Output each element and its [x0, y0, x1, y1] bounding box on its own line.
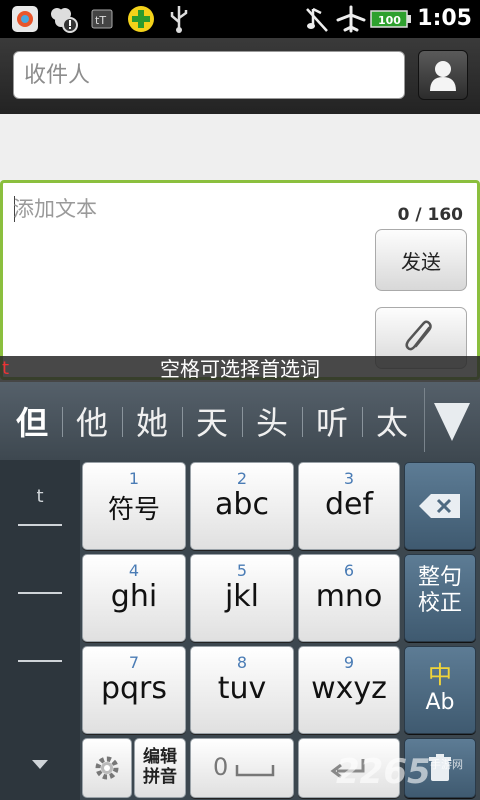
message-list-area [0, 114, 480, 180]
recipient-bar [0, 38, 480, 114]
pinyin-option[interactable] [10, 596, 70, 662]
key-number: 2 [236, 469, 248, 488]
candidate-word[interactable]: 听 [302, 391, 362, 451]
key-label: tuv [217, 671, 267, 706]
key-6[interactable]: 6 mno [298, 554, 400, 642]
key-number: 8 [236, 653, 248, 672]
ime-keyboard: t 1 符号 2 abc 3 def 4 ghi 5 jkl 6 mno 整句 [0, 460, 480, 800]
candidate-word[interactable]: 她 [122, 391, 182, 451]
candidate-word[interactable]: 太 [362, 391, 422, 451]
sentence-correct-key[interactable]: 整句 校正 [404, 554, 476, 642]
key-5[interactable]: 5 jkl [190, 554, 294, 642]
key-9[interactable]: 9 wxyz [298, 646, 400, 734]
key-number: 7 [128, 653, 140, 672]
key-number: 1 [128, 469, 140, 488]
gear-icon [95, 756, 119, 780]
expand-candidates-button[interactable] [424, 388, 478, 452]
pinyin-option[interactable] [10, 528, 70, 594]
sentence-correct-label-1: 整句 [417, 565, 462, 590]
person-icon [430, 61, 456, 91]
candidate-word[interactable]: 天 [182, 391, 242, 451]
pinyin-option[interactable]: t [10, 460, 70, 526]
airplane-icon [336, 4, 366, 34]
compose-placeholder: 添加文本 [13, 197, 97, 221]
sentence-correct-label-2: 校正 [417, 591, 462, 616]
mute-icon [302, 4, 332, 34]
recipient-input[interactable] [14, 52, 404, 98]
key-number: 3 [343, 469, 355, 488]
status-bar: tT 100 1:05 [0, 0, 480, 38]
tt-icon: tT [88, 4, 118, 34]
space-key[interactable]: 0 [190, 738, 294, 798]
clover-alert-icon [48, 4, 78, 34]
send-button[interactable]: 发送 [375, 229, 467, 291]
contact-picker-button[interactable] [418, 50, 468, 100]
triangle-down-icon [433, 403, 470, 441]
key-number: 5 [236, 561, 248, 580]
paperclip-icon [405, 320, 432, 351]
battery-level: 100 [378, 14, 401, 27]
space-zero-label: 0 [213, 753, 229, 781]
char-counter: 0 / 160 [397, 205, 463, 225]
key-label: def [324, 487, 374, 522]
backspace-key[interactable] [404, 462, 476, 550]
language-en-label: Ab [425, 690, 455, 715]
key-label: jkl [224, 579, 260, 614]
ime-typed-text: t [2, 358, 10, 379]
key-1[interactable]: 1 符号 [82, 462, 186, 550]
battery-icon: 100 [370, 4, 412, 34]
key-label: mno [315, 579, 383, 614]
key-number: 9 [343, 653, 355, 672]
space-bar-icon [235, 765, 275, 777]
app-store-icon [10, 4, 40, 34]
candidate-word[interactable]: 他 [62, 391, 122, 451]
scroll-down-icon[interactable] [30, 756, 50, 770]
key-label: 符号 [107, 495, 160, 525]
key-4[interactable]: 4 ghi [82, 554, 186, 642]
language-cn-label: 中 [428, 661, 452, 689]
ime-hint-text: 空格可选择首选词 [160, 357, 320, 381]
candidate-bar: 但 他 她 天 头 听 太 [0, 382, 480, 460]
clock: 1:05 [417, 6, 472, 31]
candidate-word[interactable]: 但 [2, 391, 62, 451]
svg-text:tT: tT [95, 14, 106, 27]
watermark-logo: 2265 [336, 752, 431, 792]
key-8[interactable]: 8 tuv [190, 646, 294, 734]
settings-key[interactable] [82, 738, 132, 798]
key-number: 6 [343, 561, 355, 580]
key-label: ghi [110, 579, 158, 614]
key-label: abc [215, 487, 269, 522]
key-7[interactable]: 7 pqrs [82, 646, 186, 734]
plus-green-icon [126, 4, 156, 34]
pinyin-option-label: t [36, 486, 44, 507]
usb-icon [164, 4, 194, 34]
recipient-field-wrapper [13, 51, 405, 99]
key-label: pqrs [100, 671, 168, 706]
key-number: 4 [128, 561, 140, 580]
edit-pinyin-key[interactable]: 编辑 拼音 [134, 738, 186, 798]
edit-pinyin-label-1: 编辑 [143, 747, 177, 767]
language-switch-key[interactable]: 中 Ab [404, 646, 476, 734]
edit-pinyin-label-2: 拼音 [143, 767, 177, 787]
candidate-word[interactable]: 头 [242, 391, 302, 451]
key-label: wxyz [311, 671, 387, 706]
key-2[interactable]: 2 abc [190, 462, 294, 550]
key-3[interactable]: 3 def [298, 462, 400, 550]
compose-box[interactable]: 添加文本 0 / 160 发送 [0, 180, 480, 380]
watermark-subtext: 手游网 [430, 758, 463, 771]
backspace-icon [419, 494, 460, 518]
ime-hint-bar: t 空格可选择首选词 [0, 356, 480, 382]
pinyin-side-column: t [0, 460, 80, 800]
